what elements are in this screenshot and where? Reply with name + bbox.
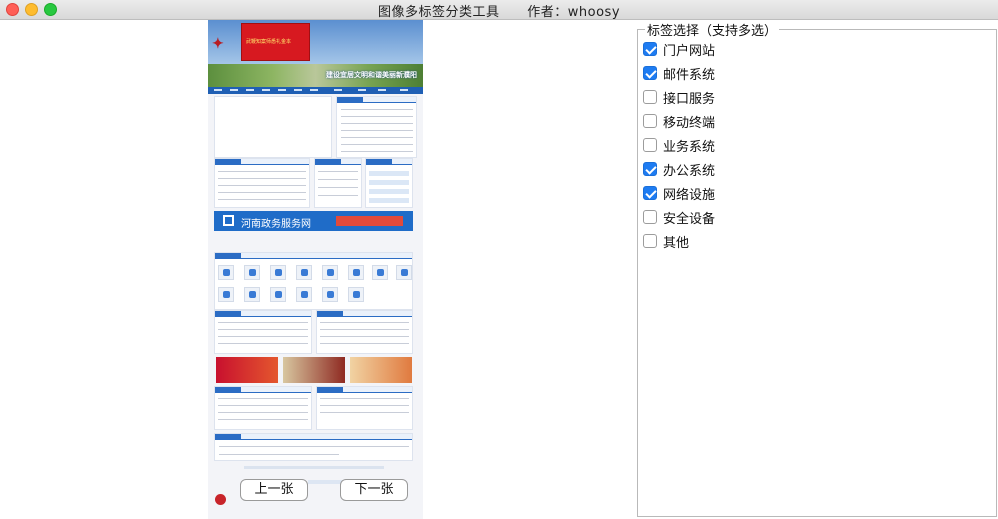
preview-promo-image-3 xyxy=(350,357,412,383)
preview-list-box-3 xyxy=(214,310,312,354)
tag-checkbox[interactable] xyxy=(643,90,657,104)
tag-option-portal[interactable]: 门户网站 xyxy=(643,40,716,59)
previous-image-button[interactable]: 上一张 xyxy=(240,479,308,501)
tag-checkbox[interactable] xyxy=(643,114,657,128)
window-title: 图像多标签分类工具 作者：whoosy xyxy=(377,5,621,20)
tag-option-mail[interactable]: 邮件系统 xyxy=(643,64,716,83)
tag-option-network[interactable]: 网络设施 xyxy=(643,184,716,203)
preview-gov-banner-text: 河南政务服务网 xyxy=(241,219,311,230)
preview-logo: ✦ xyxy=(212,36,224,52)
tag-option-api[interactable]: 接口服务 xyxy=(643,88,716,107)
tag-option-other[interactable]: 其他 xyxy=(643,232,690,251)
tag-label: 网络设施 xyxy=(663,187,716,203)
preview-red-banner: 武鞭知案师悉礼金本 xyxy=(241,23,310,61)
tag-selection-legend: 标签选择（支持多选） xyxy=(645,20,780,39)
tag-option-office[interactable]: 办公系统 xyxy=(643,160,716,179)
tag-label: 办公系统 xyxy=(663,163,716,179)
tag-checkbox[interactable] xyxy=(643,162,657,176)
preview-list-box-6 xyxy=(316,386,413,430)
preview-links-box xyxy=(214,433,413,461)
preview-slogan: 建设宜居文明和谐美丽新濮阳 xyxy=(326,71,417,79)
preview-list-box-1 xyxy=(214,158,310,208)
tag-label: 业务系统 xyxy=(663,139,716,155)
tag-checkbox[interactable] xyxy=(643,186,657,200)
image-preview: ✦ 武鞭知案师悉礼金本 建设宜居文明和谐美丽新濮阳 河南政务服务网 xyxy=(208,20,423,519)
tag-label: 安全设备 xyxy=(663,211,716,227)
tag-option-mobile[interactable]: 移动终端 xyxy=(643,112,716,131)
tag-label: 邮件系统 xyxy=(663,67,716,83)
tag-label: 移动终端 xyxy=(663,115,716,131)
tag-label: 门户网站 xyxy=(663,43,716,59)
tag-label: 其他 xyxy=(663,235,690,251)
preview-banner-text: 武鞭知案师悉礼金本 xyxy=(246,39,292,45)
preview-gov-banner-button xyxy=(336,216,403,226)
next-image-button[interactable]: 下一张 xyxy=(340,479,408,501)
tag-label: 接口服务 xyxy=(663,91,716,107)
preview-footer-emblem xyxy=(215,494,226,505)
tag-checkbox[interactable] xyxy=(643,66,657,80)
preview-promo-image-2 xyxy=(283,357,345,383)
tag-checkbox[interactable] xyxy=(643,42,657,56)
tag-checkbox[interactable] xyxy=(643,210,657,224)
preview-icon-row-2 xyxy=(214,287,413,303)
tag-option-business[interactable]: 业务系统 xyxy=(643,136,716,155)
preview-navbar xyxy=(208,87,423,94)
tag-checkbox[interactable] xyxy=(643,138,657,152)
preview-notice-box xyxy=(336,96,417,158)
gov-service-icon xyxy=(223,215,234,226)
preview-icon-row-1 xyxy=(214,265,413,281)
preview-footer-links xyxy=(244,466,384,469)
preview-list-box-5 xyxy=(214,386,312,430)
tag-option-security[interactable]: 安全设备 xyxy=(643,208,716,227)
preview-list-box-4 xyxy=(316,310,413,354)
preview-gov-service-banner: 河南政务服务网 xyxy=(214,211,413,231)
preview-list-box-2 xyxy=(314,158,362,208)
window-titlebar: 图像多标签分类工具 作者：whoosy xyxy=(0,0,998,20)
preview-news-box xyxy=(214,96,332,158)
preview-site-header: ✦ 武鞭知案师悉礼金本 建设宜居文明和谐美丽新濮阳 xyxy=(208,20,423,87)
tag-checkbox[interactable] xyxy=(643,234,657,248)
preview-service-box xyxy=(365,158,413,208)
preview-promo-image-1 xyxy=(216,357,278,383)
